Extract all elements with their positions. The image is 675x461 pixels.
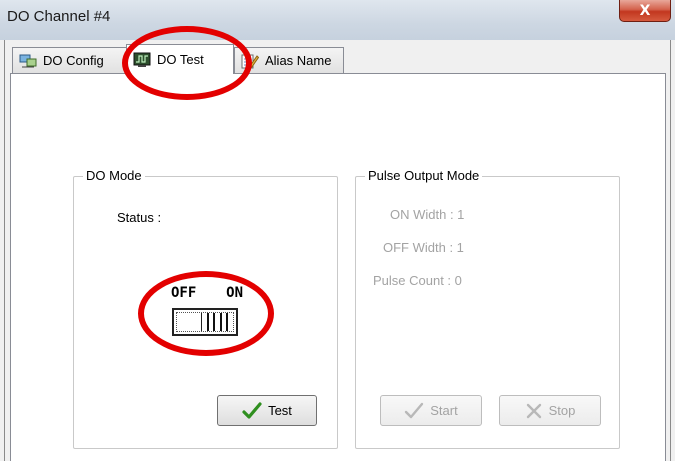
tab-do-config[interactable]: DO Config (12, 47, 127, 73)
notepad-icon (241, 54, 259, 69)
status-label: Status : (117, 210, 162, 225)
stop-x-icon (526, 403, 541, 418)
checkmark-icon (242, 401, 262, 419)
start-button[interactable]: Start (380, 395, 482, 426)
on-width-field: ON Width : 1 (390, 207, 465, 222)
switch-off-label: OFF (171, 285, 197, 301)
tab-alias-name[interactable]: Alias Name (234, 47, 344, 73)
close-icon: X (639, 2, 651, 19)
window-title: DO Channel #4 (7, 8, 111, 25)
stop-button-label: Stop (548, 403, 576, 418)
test-button[interactable]: Test (217, 395, 317, 426)
pulse-count-field: Pulse Count : 0 (373, 273, 462, 288)
network-icon (19, 54, 37, 67)
switch-labels: OFF ON (171, 285, 243, 301)
monitor-icon (133, 52, 151, 67)
toggle-knob (201, 313, 233, 331)
title-bar: DO Channel #4 X (0, 0, 675, 40)
off-width-field: OFF Width : 1 (383, 240, 464, 255)
switch-on-label: ON (226, 285, 243, 301)
start-button-label: Start (430, 403, 458, 418)
tab-label: Alias Name (265, 53, 332, 68)
tab-label: DO Config (43, 53, 104, 68)
do-output-toggle[interactable] (172, 308, 238, 336)
do-mode-title: DO Mode (83, 168, 145, 184)
tab-do-test[interactable]: DO Test (126, 44, 234, 74)
test-button-label: Test (268, 403, 292, 418)
pulse-output-title: Pulse Output Mode (365, 168, 483, 184)
checkmark-icon (405, 402, 424, 418)
stop-button[interactable]: Stop (499, 395, 601, 426)
tab-label: DO Test (157, 52, 204, 67)
close-button[interactable]: X (619, 0, 671, 22)
